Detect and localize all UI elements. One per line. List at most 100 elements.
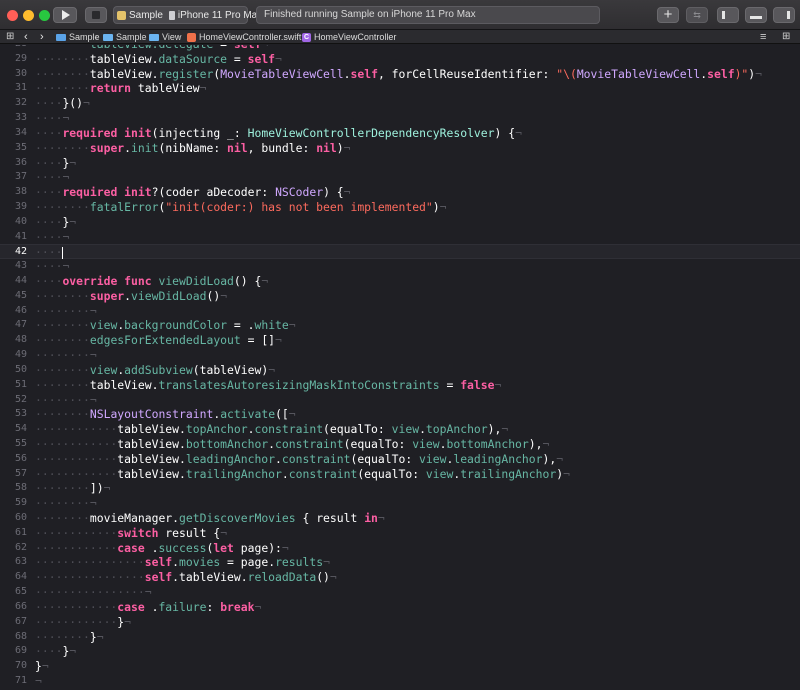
line-number: 33 — [14, 112, 27, 124]
destination-menu[interactable]: iPhone 11 Pro Max — [166, 7, 265, 23]
code-line[interactable]: 43 ····¬ — [0, 259, 800, 274]
code-token: ¬ — [281, 540, 289, 555]
code-line[interactable]: 63 ················self.movies = page.res… — [0, 555, 800, 570]
breadcrumb-file[interactable]: HomeViewController.swift — [187, 30, 301, 44]
code-line[interactable]: 67 ············}¬ — [0, 615, 800, 630]
code-text: ············switch result {¬ — [35, 526, 227, 541]
code-line[interactable]: 45 ········super.viewDidLoad()¬ — [0, 289, 800, 304]
code-line[interactable]: 50 ········view.addSubview(tableView)¬ — [0, 363, 800, 378]
scheme-label: Sample — [129, 9, 163, 21]
line-number: 54 — [14, 423, 27, 435]
code-token: topAnchor — [185, 422, 248, 437]
breadcrumb-group-view[interactable]: View — [149, 30, 181, 44]
code-token: let — [213, 540, 234, 555]
code-line[interactable]: 52 ········¬ — [0, 393, 800, 408]
code-line[interactable]: 59 ········¬ — [0, 496, 800, 511]
code-line[interactable]: 31 ········return tableView¬ — [0, 81, 800, 96]
code-line[interactable]: 40 ····}¬ — [0, 215, 800, 230]
code-token: return — [89, 81, 132, 96]
code-token: ¬ — [261, 274, 269, 288]
left-panel-icon — [722, 11, 725, 19]
library-add-button[interactable]: + — [657, 7, 679, 23]
code-token: result { — [158, 525, 221, 540]
toggle-inspector-button[interactable] — [773, 7, 795, 23]
code-line[interactable]: 42 ···· — [0, 244, 800, 259]
code-line[interactable]: 36 ····}¬ — [0, 156, 800, 171]
code-line[interactable]: 64 ················self.tableView.reloadD… — [0, 570, 800, 585]
source-editor[interactable]: 28········tableView.delegate = self¬29··… — [0, 45, 800, 690]
related-items-icon[interactable]: ⊞ — [6, 30, 14, 44]
code-token: ¬ — [220, 288, 228, 303]
code-line[interactable]: 65 ················¬ — [0, 585, 800, 600]
code-token: ¬ — [89, 392, 97, 407]
line-number: 34 — [14, 126, 27, 138]
code-line[interactable]: 29 ········tableView.dataSource = self¬ — [0, 52, 800, 67]
code-token: ¬ — [96, 629, 104, 644]
code-line[interactable]: 39 ········fatalError("init(coder:) has n… — [0, 200, 800, 215]
breadcrumb-symbol[interactable]: C HomeViewController — [302, 30, 396, 44]
list-icon[interactable]: ≡ — [760, 30, 766, 44]
code-line[interactable]: 48 ········edgesForExtendedLayout = []¬ — [0, 333, 800, 348]
line-number: 28 — [0, 45, 27, 52]
line-number: 50 — [14, 363, 27, 375]
code-line[interactable]: 58 ········])¬ — [0, 481, 800, 496]
run-button[interactable] — [53, 7, 77, 23]
code-review-button[interactable]: ⇆ — [686, 7, 708, 23]
close-window-button[interactable] — [7, 10, 18, 21]
code-text: ····override func viewDidLoad() {¬ — [35, 274, 268, 289]
breadcrumb-group-sample[interactable]: Sample — [103, 30, 147, 44]
code-line[interactable]: 47 ········view.backgroundColor = .white¬ — [0, 318, 800, 333]
toggle-debug-area-button[interactable] — [745, 7, 767, 23]
chevron-right-icon: › — [178, 32, 181, 42]
code-line[interactable]: 28 ········tableView.delegate = self¬ — [0, 45, 800, 52]
code-line[interactable]: 68 ········}¬ — [0, 630, 800, 645]
code-line[interactable]: 66 ············case .failure: break¬ — [0, 600, 800, 615]
code-line[interactable]: 71 ¬ — [0, 674, 800, 689]
line-number: 42 — [14, 246, 27, 258]
back-arrow-icon[interactable]: ‹ — [24, 30, 28, 44]
code-text: ················self.movies = page.resul… — [35, 555, 330, 570]
code-token: . — [144, 599, 159, 614]
code-line[interactable]: 49 ········¬ — [0, 348, 800, 363]
code-line[interactable]: 38 ····required init?(coder aDecoder: NSC… — [0, 185, 800, 200]
code-token: dataSource — [158, 51, 228, 66]
breadcrumb-project[interactable]: Sample — [56, 30, 100, 44]
code-line[interactable]: 56 ············tableView.leadingAnchor.co… — [0, 452, 800, 467]
code-line[interactable]: 37 ····¬ — [0, 170, 800, 185]
code-line[interactable]: 41 ····¬ — [0, 230, 800, 245]
stop-button[interactable] — [85, 7, 107, 23]
code-line[interactable]: 51 ········tableView.translatesAutoresizi… — [0, 378, 800, 393]
code-line[interactable]: 70}¬ — [0, 659, 800, 674]
code-line[interactable]: 69 ····}¬ — [0, 644, 800, 659]
code-line[interactable]: 62 ············case .success(let page):¬ — [0, 541, 800, 556]
status-text: Finished running Sample on iPhone 11 Pro… — [264, 9, 476, 20]
code-line[interactable]: 57 ············tableView.trailingAnchor.c… — [0, 467, 800, 482]
zoom-window-button[interactable] — [39, 10, 50, 21]
code-line[interactable]: 54 ············tableView.topAnchor.constr… — [0, 422, 800, 437]
add-editor-icon[interactable]: ⊞ — [782, 30, 790, 44]
code-line[interactable]: 33 ····¬ — [0, 111, 800, 126]
code-line[interactable]: 35 ········super.init(nibName: nil, bundl… — [0, 141, 800, 156]
code-line[interactable]: 61 ············switch result {¬ — [0, 526, 800, 541]
code-line[interactable]: 46 ········¬ — [0, 304, 800, 319]
code-line[interactable]: 60 ········movieManager.getDiscoverMovies… — [0, 511, 800, 526]
code-line[interactable]: 53 ········NSLayoutConstraint.activate([¬ — [0, 407, 800, 422]
code-token: ········ — [35, 66, 90, 81]
code-text: ················self.tableView.reloadDat… — [35, 570, 337, 585]
scheme-menu[interactable]: Sample — [114, 7, 166, 23]
code-token: ········ — [35, 318, 90, 333]
code-line[interactable]: 55 ············tableView.bottomAnchor.con… — [0, 437, 800, 452]
toggle-navigator-button[interactable] — [717, 7, 739, 23]
code-token: ···· — [35, 125, 63, 140]
code-line[interactable]: 30 ········tableView.register(MovieTableV… — [0, 67, 800, 82]
code-line[interactable]: 44 ····override func viewDidLoad() {¬ — [0, 274, 800, 289]
code-line[interactable]: 34 ····required init(injecting _: HomeVie… — [0, 126, 800, 141]
scheme-selector[interactable]: Sample iPhone 11 Pro Max — [113, 6, 262, 24]
code-token: nil — [316, 140, 337, 155]
code-token: ···· — [35, 96, 63, 111]
code-token: leadingAnchor — [185, 451, 276, 466]
minimize-window-button[interactable] — [23, 10, 34, 21]
code-token: () { — [233, 274, 262, 288]
forward-arrow-icon[interactable]: › — [40, 30, 44, 44]
code-line[interactable]: 32 ····}()¬ — [0, 96, 800, 111]
